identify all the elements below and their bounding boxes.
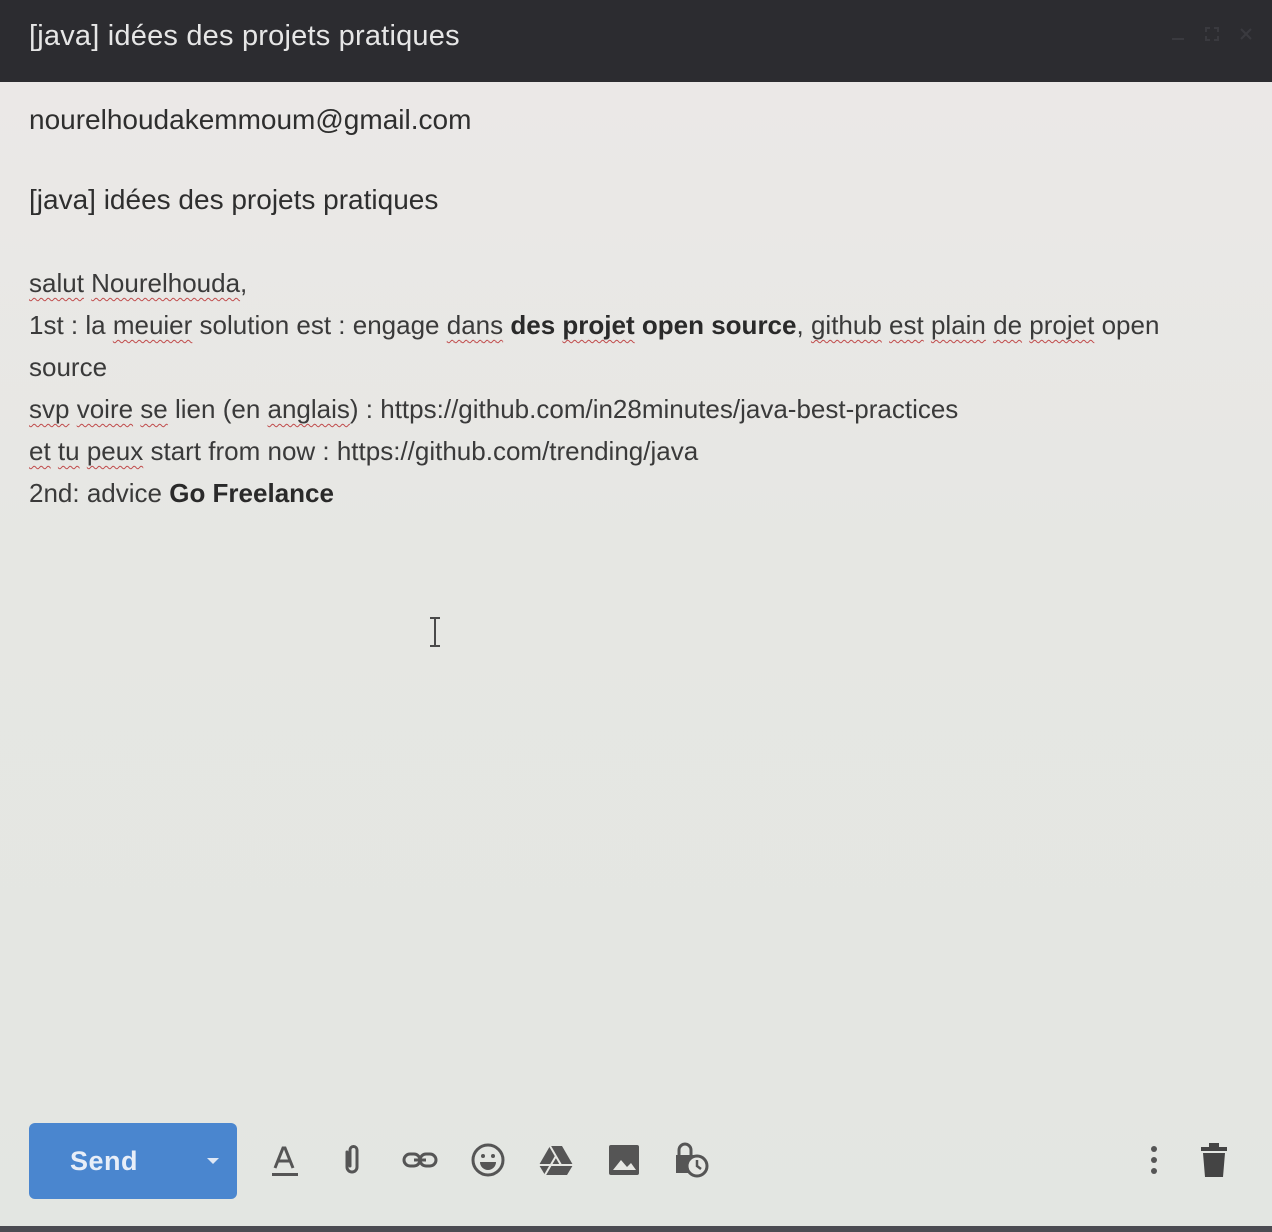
body-word: meuier	[112, 310, 193, 340]
window-title: [java] idées des projets pratiques	[29, 20, 460, 52]
formatting-icon[interactable]	[264, 1140, 304, 1180]
photo-icon[interactable]	[604, 1140, 644, 1180]
body-word: github	[810, 310, 882, 340]
body-line-advice-2: 2nd: advice Go Freelance	[29, 472, 1245, 514]
body-word: peux	[86, 436, 144, 466]
body-word: de	[993, 310, 1023, 340]
minimize-icon[interactable]	[1170, 26, 1186, 42]
body-link-text: ) : https://github.com/in28minutes/java-…	[349, 394, 959, 424]
send-button[interactable]: Send	[29, 1123, 189, 1199]
body-text: 2nd: advice	[29, 478, 162, 508]
body-word: et	[29, 436, 51, 466]
attach-icon[interactable]	[332, 1140, 372, 1180]
body-word: anglais	[267, 394, 350, 424]
body-bold-text: projet	[562, 310, 635, 340]
emoji-icon[interactable]	[468, 1140, 508, 1180]
body-link-text: start from now : https://github.com/tren…	[150, 436, 699, 466]
body-line-link-1: svp voire se lien (en anglais) : https:/…	[29, 388, 1245, 430]
body-text: 1st : la	[29, 310, 106, 340]
subject-field[interactable]: [java] idées des projets pratiques	[29, 184, 1249, 216]
body-bold-text: des	[510, 310, 556, 340]
text-cursor-icon	[428, 617, 442, 647]
body-text: solution est : engage	[199, 310, 440, 340]
body-bold-text: open source	[641, 310, 797, 340]
body-word: est	[889, 310, 924, 340]
bottom-edge	[0, 1226, 1272, 1232]
body-line-advice-1: 1st : la meuier solution est : engage da…	[29, 304, 1245, 346]
body-line-source: source	[29, 352, 108, 382]
more-options-icon[interactable]	[1134, 1140, 1174, 1180]
drive-icon[interactable]	[536, 1140, 576, 1180]
body-word: svp	[29, 394, 70, 424]
discard-icon[interactable]	[1194, 1140, 1234, 1180]
body-word: Nourelhouda	[91, 268, 241, 298]
window-controls	[1170, 26, 1254, 42]
body-line-link-2: et tu peux start from now : https://gith…	[29, 430, 1245, 472]
message-body[interactable]: salut Nourelhouda, 1st : la meuier solut…	[29, 262, 1245, 514]
body-word: plain	[930, 310, 986, 340]
to-field[interactable]: nourelhoudakemmoum@gmail.com	[29, 104, 1249, 136]
compose-toolbar: Send	[0, 1120, 1272, 1202]
body-word: voire	[76, 394, 134, 424]
body-text: open	[1101, 310, 1160, 340]
send-options-icon[interactable]	[189, 1123, 237, 1199]
body-word: salut	[29, 268, 84, 298]
body-text: ,	[240, 268, 248, 298]
close-icon[interactable]	[1238, 26, 1254, 42]
expand-icon[interactable]	[1204, 26, 1220, 42]
body-bold-text: Go Freelance	[169, 478, 334, 508]
confidential-icon[interactable]	[670, 1140, 710, 1180]
body-word: dans	[446, 310, 504, 340]
send-button-group: Send	[29, 1123, 237, 1199]
compose-header: [java] idées des projets pratiques	[0, 0, 1272, 82]
body-word: tu	[57, 436, 80, 466]
compose-window: [java] idées des projets pratiques noure…	[0, 0, 1272, 1232]
body-word: projet	[1029, 310, 1095, 340]
body-line-greeting: salut Nourelhouda,	[29, 262, 1245, 304]
link-icon[interactable]	[400, 1140, 440, 1180]
body-word: se	[140, 394, 168, 424]
body-text: ,	[796, 310, 804, 340]
body-text: lien (en	[175, 394, 261, 424]
